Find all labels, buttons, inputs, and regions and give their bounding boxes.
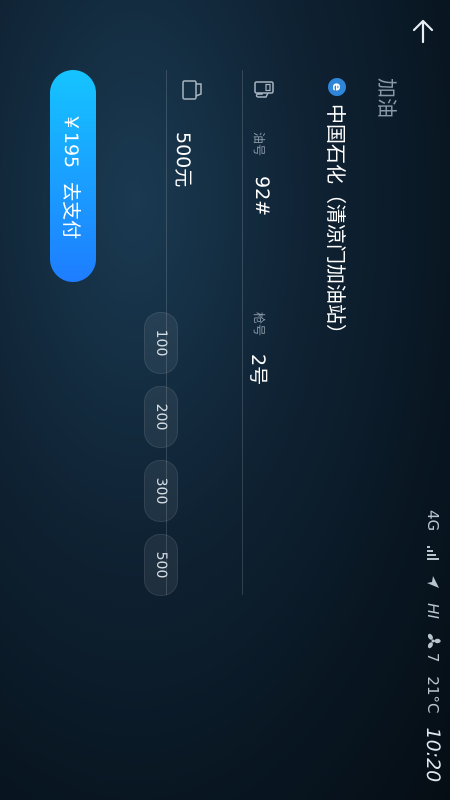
divider bbox=[166, 70, 167, 595]
network-label: 4G bbox=[424, 510, 442, 532]
amount-option-500[interactable]: 500 bbox=[144, 534, 178, 596]
fuel-value: 92# bbox=[251, 176, 273, 217]
fan-icon bbox=[427, 633, 441, 649]
pay-label: 去支付 bbox=[60, 182, 83, 240]
station-name: 中国石化（清凉门加油站） bbox=[324, 104, 348, 344]
amount-option-100[interactable]: 100 bbox=[144, 312, 178, 374]
amount-option-300[interactable]: 300 bbox=[144, 460, 178, 522]
pay-price: ￥195 bbox=[60, 112, 83, 169]
clock: 10:20 bbox=[422, 727, 444, 783]
fuel-label: 油号 bbox=[252, 132, 266, 157]
back-arrow-icon[interactable] bbox=[408, 16, 438, 46]
nozzle-label: 枪号 bbox=[252, 312, 266, 337]
pay-button[interactable]: ￥195 去支付 bbox=[50, 70, 96, 282]
amount-value: 500元 bbox=[172, 132, 194, 188]
fan-level: 7 bbox=[424, 652, 442, 663]
fuel-pump-icon bbox=[254, 81, 274, 98]
navigation-icon bbox=[427, 576, 439, 589]
amount-option-200[interactable]: 200 bbox=[144, 386, 178, 448]
receipt-icon bbox=[182, 80, 202, 100]
station-logo-icon: e bbox=[328, 78, 346, 96]
nav-label: HI bbox=[424, 603, 442, 619]
nozzle-value: 2号 bbox=[247, 354, 269, 386]
status-bar: 4G HI 7 21°C 10:20 bbox=[422, 510, 444, 782]
divider bbox=[242, 70, 243, 595]
stage: 加油 4G HI 7 21°C 10:20 e 中国石化（清凉门加油站） 油号 … bbox=[0, 0, 450, 800]
page-title: 加油 bbox=[375, 78, 399, 118]
signal-icon bbox=[427, 546, 439, 561]
temperature: 21°C bbox=[424, 676, 442, 714]
